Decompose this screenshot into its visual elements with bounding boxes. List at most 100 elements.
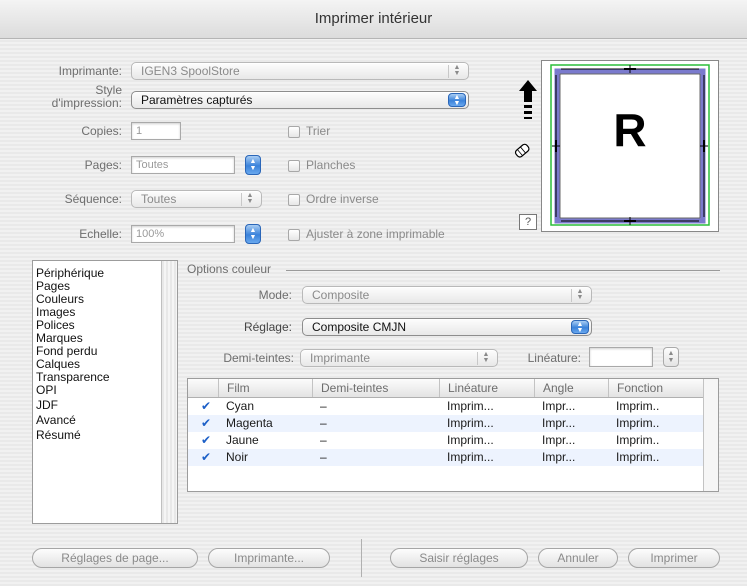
save-settings-button[interactable]: Saisir réglages: [390, 548, 528, 568]
mode-value: Composite: [312, 288, 370, 302]
popup-arrows-icon: ▲ ▼: [448, 93, 466, 107]
col-angle[interactable]: Angle: [534, 379, 608, 397]
color-options-title: Options couleur: [187, 262, 272, 276]
popup-arrows-icon: ▲ ▼: [571, 288, 587, 302]
print-button[interactable]: Imprimer: [628, 548, 720, 568]
halftone-value: Imprimante: [310, 351, 371, 365]
window-title: Imprimer intérieur: [314, 10, 433, 27]
halftone-popup[interactable]: Imprimante ▲ ▼: [300, 349, 498, 367]
popup-arrows-icon: ▲ ▼: [241, 192, 257, 206]
sidebar-item-avance[interactable]: Avancé: [36, 414, 76, 427]
spreads-checkbox[interactable]: [288, 160, 300, 172]
printer-button[interactable]: Imprimante...: [208, 548, 330, 568]
popup-arrows-icon: ▲ ▼: [571, 320, 589, 334]
row-checkbox[interactable]: ✔: [198, 432, 214, 449]
cell-function: Imprim..: [616, 399, 660, 413]
cell-halftone: –: [320, 416, 327, 430]
row-checkbox[interactable]: ✔: [198, 415, 214, 432]
mode-label: Mode:: [258, 288, 292, 302]
cell-film: Noir: [226, 450, 249, 464]
setting-popup[interactable]: Composite CMJN ▲ ▼: [302, 318, 592, 336]
cell-function: Imprim..: [616, 416, 660, 430]
cancel-button[interactable]: Annuler: [538, 548, 618, 568]
print-style-popup[interactable]: Paramètres capturés ▲ ▼: [131, 91, 469, 109]
cell-halftone: –: [320, 450, 327, 464]
sidebar-item-opi[interactable]: OPI: [36, 384, 57, 397]
print-sections-list[interactable]: Périphérique Pages Couleurs Images Polic…: [32, 260, 178, 524]
setting-label: Réglage:: [243, 320, 292, 334]
copies-field[interactable]: 1: [131, 122, 181, 140]
pages-stepper[interactable]: ▲ ▼: [245, 155, 261, 175]
reverse-order-checkbox[interactable]: [288, 194, 300, 206]
printer-label: Imprimante:: [58, 64, 122, 78]
page-setup-button[interactable]: Réglages de page...: [32, 548, 198, 568]
frequency-label: Linéature:: [527, 351, 581, 365]
cell-function: Imprim..: [616, 433, 660, 447]
cell-function: Imprim..: [616, 450, 660, 464]
sequence-label: Séquence:: [64, 192, 122, 206]
cell-film: Cyan: [226, 399, 255, 413]
cell-halftone: –: [320, 399, 327, 413]
scale-stepper[interactable]: ▲ ▼: [245, 224, 261, 244]
scale-label: Echelle:: [79, 227, 122, 241]
hand-icon[interactable]: [511, 138, 535, 162]
scale-field[interactable]: 100%: [131, 225, 235, 243]
spreads-label: Planches: [306, 158, 356, 172]
cell-film: Jaune: [226, 433, 259, 447]
print-style-label-line2: d'impression:: [51, 96, 122, 110]
fit-printable-checkbox[interactable]: [288, 229, 300, 241]
fit-printable-label: Ajuster à zone imprimable: [306, 227, 445, 241]
cell-halftone: –: [320, 433, 327, 447]
sequence-value: Toutes: [141, 192, 177, 206]
popup-arrows-icon: ▲ ▼: [477, 351, 493, 365]
paper-direction-arrow-icon: [519, 80, 537, 119]
printer-value: IGEN3 SpoolStore: [141, 64, 240, 78]
table-row[interactable]: ✔ Noir – Imprim... Impr... Imprim..: [188, 449, 718, 466]
sidebar-scrollbar[interactable]: [161, 261, 177, 523]
cell-angle: Impr...: [542, 433, 576, 447]
sequence-popup[interactable]: Toutes ▲ ▼: [131, 190, 262, 208]
cell-frequency: Imprim...: [447, 433, 494, 447]
window-title-bar: Imprimer intérieur: [0, 0, 747, 39]
sidebar-item-jdf[interactable]: JDF: [36, 399, 58, 412]
cell-frequency: Imprim...: [447, 416, 494, 430]
row-checkbox[interactable]: ✔: [198, 398, 214, 415]
table-scrollbar[interactable]: [703, 379, 718, 491]
sidebar-item-resume[interactable]: Résumé: [36, 429, 81, 442]
collate-label: Trier: [306, 124, 331, 138]
collate-checkbox[interactable]: [288, 126, 300, 138]
cell-film: Magenta: [226, 416, 273, 430]
group-divider: [286, 270, 720, 271]
table-row[interactable]: ✔ Jaune – Imprim... Impr... Imprim..: [188, 432, 718, 449]
table-row[interactable]: ✔ Cyan – Imprim... Impr... Imprim..: [188, 398, 718, 415]
col-frequency[interactable]: Linéature: [439, 379, 534, 397]
copies-label: Copies:: [81, 124, 122, 138]
halftone-label: Demi-teintes:: [223, 351, 294, 365]
preview-letter: R: [613, 104, 647, 156]
mode-popup[interactable]: Composite ▲ ▼: [302, 286, 592, 304]
cell-angle: Impr...: [542, 399, 576, 413]
cell-frequency: Imprim...: [447, 450, 494, 464]
pages-label: Pages:: [84, 158, 122, 172]
frequency-stepper[interactable]: ▲ ▼: [663, 347, 679, 367]
cell-angle: Impr...: [542, 450, 576, 464]
button-separator: [361, 539, 362, 577]
setting-value: Composite CMJN: [312, 320, 407, 334]
reverse-order-label: Ordre inverse: [306, 192, 379, 206]
page-preview: R: [541, 60, 719, 232]
col-halftone[interactable]: Demi-teintes: [312, 379, 439, 397]
col-function[interactable]: Fonction: [608, 379, 703, 397]
help-button[interactable]: ?: [519, 214, 537, 230]
popup-arrows-icon: ▲ ▼: [448, 64, 464, 78]
printer-popup[interactable]: IGEN3 SpoolStore ▲ ▼: [131, 62, 469, 80]
col-film[interactable]: Film: [218, 379, 312, 397]
frequency-field[interactable]: [589, 347, 653, 367]
table-row[interactable]: ✔ Magenta – Imprim... Impr... Imprim..: [188, 415, 718, 432]
print-style-label: Style d'impression:: [20, 84, 122, 110]
ink-table: Film Demi-teintes Linéature Angle Foncti…: [187, 378, 719, 492]
ink-table-header: Film Demi-teintes Linéature Angle Foncti…: [188, 379, 718, 398]
print-style-value: Paramètres capturés: [141, 93, 253, 107]
row-checkbox[interactable]: ✔: [198, 449, 214, 466]
pages-field[interactable]: Toutes: [131, 156, 235, 174]
cell-frequency: Imprim...: [447, 399, 494, 413]
